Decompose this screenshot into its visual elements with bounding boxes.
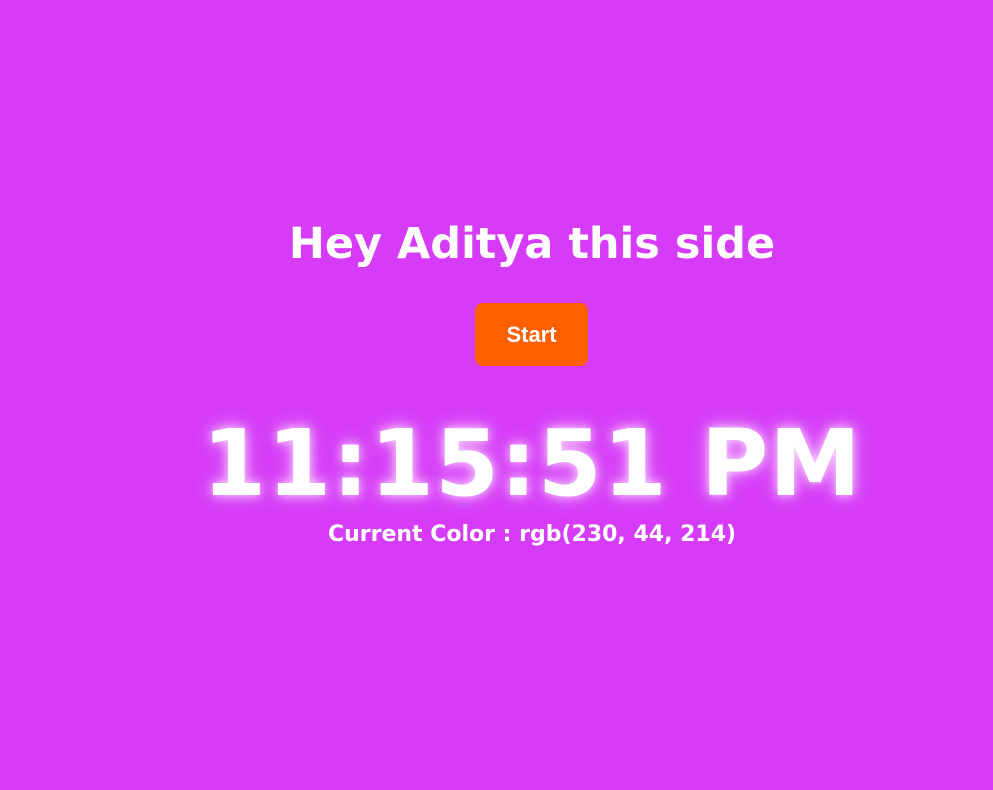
clock-display: 11:15:51 PM bbox=[202, 410, 862, 517]
color-clock-page: Hey Aditya this side Start 11:15:51 PM C… bbox=[0, 0, 993, 790]
start-button[interactable]: Start bbox=[475, 303, 588, 366]
page-title: Hey Aditya this side bbox=[288, 219, 776, 269]
current-color-label: Current Color : bbox=[327, 522, 512, 547]
current-color-value: rgb(230, 44, 214) bbox=[519, 522, 737, 547]
current-color-text: Current Color : rgb(230, 44, 214) bbox=[0, 520, 993, 550]
